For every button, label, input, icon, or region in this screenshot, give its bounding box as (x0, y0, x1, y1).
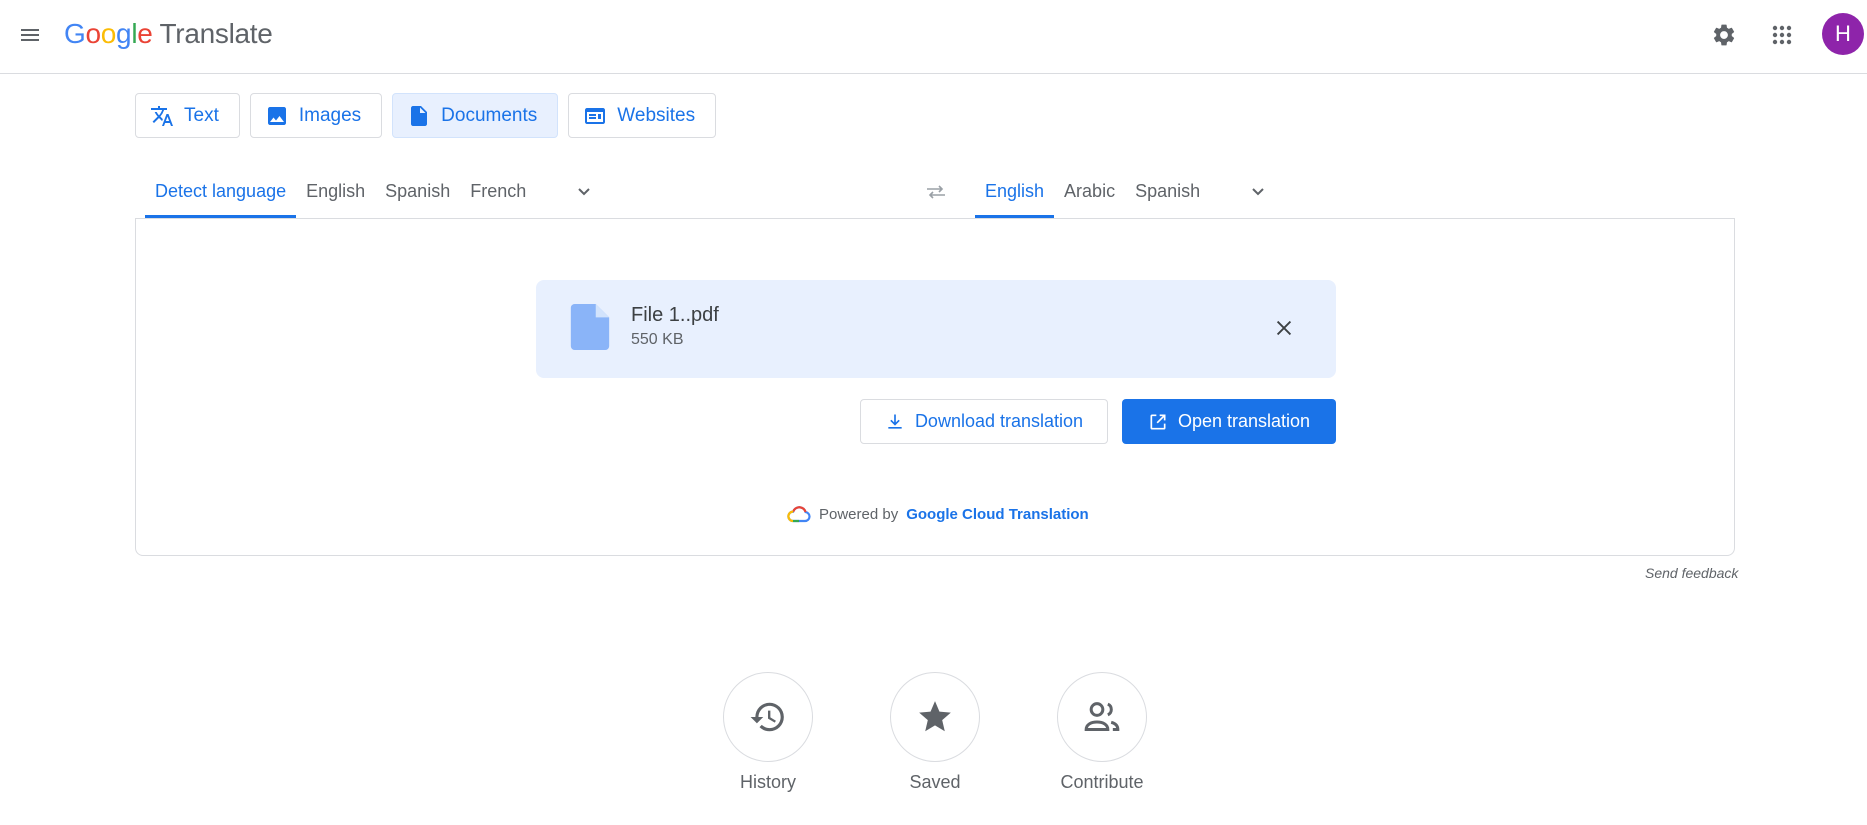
account-avatar[interactable]: H (1822, 13, 1864, 55)
contribute-circle (1057, 672, 1147, 762)
website-icon (585, 107, 606, 124)
product-name: Translate (159, 18, 273, 49)
download-translation-label: Download translation (914, 411, 1084, 431)
google-apps-button[interactable] (1760, 13, 1804, 57)
tab-images-label: Images (298, 104, 362, 126)
target-lang-spanish[interactable]: Spanish (1125, 165, 1210, 218)
download-icon (888, 414, 902, 429)
tab-websites[interactable]: Websites (568, 93, 717, 138)
close-icon (1276, 320, 1292, 336)
tab-documents-label: Documents (441, 104, 538, 126)
top-bar: Google Translate H (0, 0, 1867, 74)
logo-letter: o (100, 18, 117, 49)
logo-letter: o (85, 18, 101, 49)
source-lang-spanish[interactable]: Spanish (375, 165, 460, 218)
people-icon (1084, 702, 1120, 731)
history-button[interactable]: History (723, 672, 813, 793)
settings-button[interactable] (1702, 13, 1746, 57)
apps-grid-icon (1772, 25, 1792, 45)
powered-by-prefix: Powered by (819, 505, 899, 523)
tab-text[interactable]: Text (135, 93, 240, 138)
logo-letter: e (137, 18, 153, 49)
logo-letter: G (64, 18, 86, 49)
google-cloud-icon (787, 506, 811, 523)
tab-websites-label: Websites (617, 104, 696, 126)
chevron-down-icon (1252, 187, 1264, 195)
source-lang-french[interactable]: French (460, 165, 536, 218)
tab-images[interactable]: Images (249, 93, 383, 138)
chevron-down-icon (578, 187, 590, 195)
source-language-bar: Detect language English Spanish French (145, 165, 604, 218)
file-icon (570, 304, 610, 350)
google-translate-logo[interactable]: Google Translate (64, 14, 273, 54)
target-lang-english[interactable]: English (975, 165, 1055, 218)
star-icon (919, 701, 951, 732)
source-lang-english[interactable]: English (296, 165, 375, 218)
download-translation-button[interactable]: Download translation (860, 399, 1108, 444)
hamburger-menu-icon (21, 29, 39, 41)
target-lang-arabic[interactable]: Arabic (1054, 165, 1125, 218)
saved-label: Saved (909, 772, 961, 792)
history-circle (723, 672, 813, 762)
document-card: File 1..pdf 550 KB Download translation … (135, 218, 1735, 556)
source-lang-detect[interactable]: Detect language (145, 165, 297, 218)
gear-icon (1713, 24, 1735, 46)
tab-text-label: Text (184, 104, 219, 126)
file-size: 550 KB (631, 331, 684, 348)
remove-file-button[interactable] (1264, 308, 1304, 348)
saved-button[interactable]: Saved (890, 672, 980, 793)
contribute-button[interactable]: Contribute (1057, 672, 1147, 793)
translation-mode-tabs: Text Images Documents Websites (135, 93, 717, 138)
uploaded-file: File 1..pdf 550 KB (536, 280, 1336, 378)
saved-circle (890, 672, 980, 762)
swap-languages-button[interactable] (916, 172, 956, 212)
tab-documents[interactable]: Documents (392, 93, 559, 138)
document-icon (411, 105, 428, 126)
swap-arrows-icon (927, 185, 945, 199)
target-lang-more-button[interactable] (1238, 165, 1278, 218)
open-translation-button[interactable]: Open translation (1122, 399, 1336, 444)
powered-by: Powered by Google Cloud Translation (787, 505, 1089, 523)
translate-icon (151, 105, 173, 126)
target-language-bar: English Arabic Spanish (975, 165, 1278, 218)
open-in-new-icon (1150, 414, 1166, 429)
send-feedback-link[interactable]: Send feedback (1645, 565, 1738, 581)
main-menu-button[interactable] (12, 17, 48, 53)
logo-letter: g (116, 18, 132, 49)
file-name: File 1..pdf (631, 304, 719, 326)
google-cloud-translation-link[interactable]: Google Cloud Translation (906, 506, 1089, 523)
history-icon (750, 702, 784, 732)
image-icon (267, 106, 286, 125)
contribute-label: Contribute (1060, 772, 1144, 792)
history-label: History (739, 772, 796, 792)
source-lang-more-button[interactable] (564, 165, 604, 218)
open-translation-label: Open translation (1177, 411, 1311, 431)
